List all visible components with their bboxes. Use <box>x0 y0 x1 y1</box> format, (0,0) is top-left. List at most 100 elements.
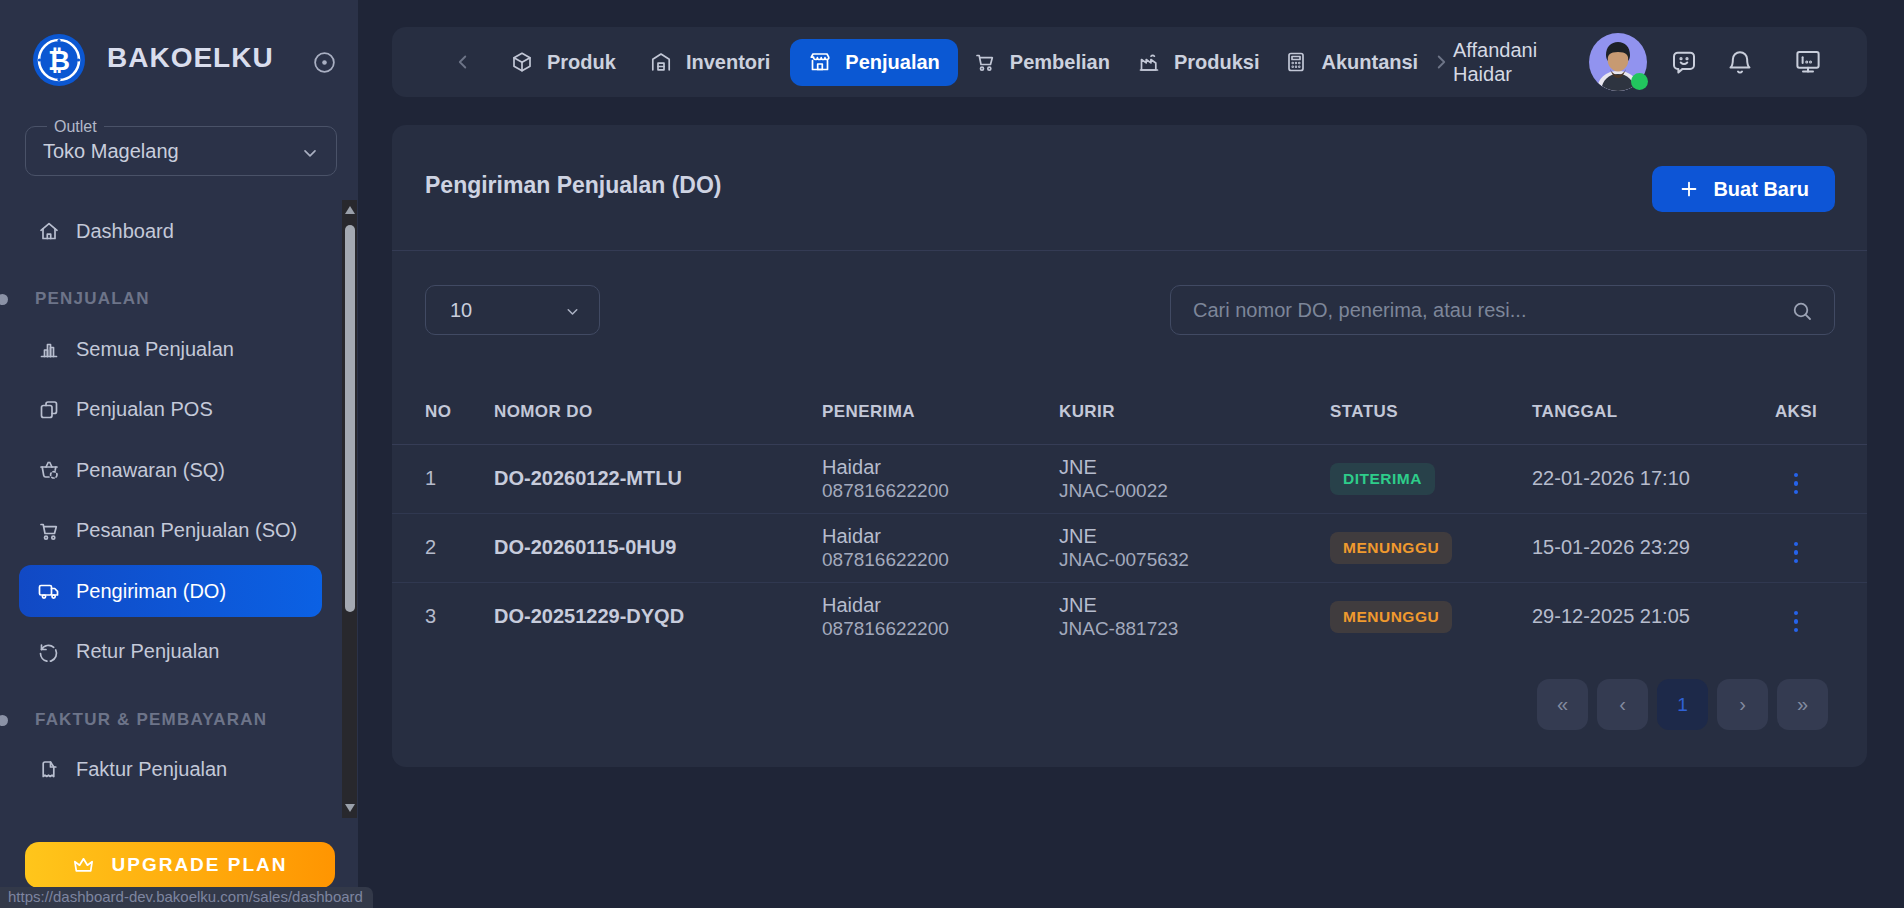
pos-icon <box>37 398 61 422</box>
file-icon <box>37 758 61 782</box>
sidebar-item-label: Retur Penjualan <box>76 640 219 663</box>
chevron-down-icon <box>564 303 581 320</box>
pagination-next-button[interactable]: › <box>1717 679 1768 730</box>
sidebar: ₿ BAKOELKU Outlet Toko Magelang Dashboar… <box>0 0 358 908</box>
tab-label: Pembelian <box>1010 51 1110 74</box>
pagination-last-button[interactable]: » <box>1777 679 1828 730</box>
table-row: 1 DO-20260122-MTLU Haidar087816622200 JN… <box>392 444 1867 513</box>
package-icon <box>510 50 534 74</box>
pagination: « ‹ 1 › » <box>1537 679 1828 730</box>
section-label: PENJUALAN <box>35 289 150 309</box>
sidebar-menu: Dashboard PENJUALAN Semua Penjualan Penj… <box>19 205 322 804</box>
table-header-row: NO NOMOR DO PENERIMA KURIR STATUS TANGGA… <box>392 380 1867 444</box>
upgrade-plan-button[interactable]: UPGRADE PLAN <box>25 842 335 888</box>
status-cell: DITERIMA <box>1330 444 1532 513</box>
plus-icon <box>1678 178 1700 200</box>
table-row: 3 DO-20251229-DYQD Haidar087816622200 JN… <box>392 582 1867 651</box>
tab-akuntansi[interactable]: Akuntansi <box>1284 50 1418 74</box>
status-badge: MENUNGGU <box>1330 601 1452 633</box>
sidebar-header: ₿ BAKOELKU <box>0 26 358 96</box>
warehouse-icon <box>649 50 673 74</box>
sidebar-item-retur-penjualan[interactable]: Retur Penjualan <box>19 626 322 678</box>
nav-scroll-left-icon[interactable] <box>452 51 474 73</box>
sidebar-item-semua-penjualan[interactable]: Semua Penjualan <box>19 323 322 375</box>
scroll-down-arrow[interactable] <box>345 804 355 812</box>
pagination-first-button[interactable]: « <box>1537 679 1588 730</box>
basket-clock-icon <box>37 458 61 482</box>
sidebar-collapse-icon[interactable] <box>312 50 337 75</box>
tab-produksi[interactable]: Produksi <box>1137 50 1260 74</box>
penerima-cell: Haidar087816622200 <box>822 513 1059 582</box>
online-status-dot <box>1631 73 1648 90</box>
status-cell: MENUNGGU <box>1330 513 1532 582</box>
status-cell: MENUNGGU <box>1330 582 1532 651</box>
page-title: Pengiriman Penjualan (DO) <box>425 172 722 199</box>
nav-scroll-right-icon[interactable] <box>1430 51 1452 73</box>
top-navbar: Produk Inventori Penjualan Pembelian Pro… <box>392 27 1867 97</box>
sidebar-scrollbar[interactable] <box>342 200 357 818</box>
outlet-select[interactable]: Outlet Toko Magelang <box>25 126 337 176</box>
search-input[interactable] <box>1171 286 1834 334</box>
sidebar-item-pengiriman-do[interactable]: Pengiriman (DO) <box>19 565 322 617</box>
create-new-button[interactable]: Buat Baru <box>1652 166 1835 212</box>
tab-penjualan[interactable]: Penjualan <box>790 39 957 86</box>
do-number: DO-20260122-MTLU <box>494 444 822 513</box>
chat-icon[interactable] <box>1669 47 1699 77</box>
brand-logo: ₿ <box>32 33 86 87</box>
tab-pembelian[interactable]: Pembelian <box>973 50 1110 74</box>
section-bullet-icon <box>0 294 8 305</box>
pagination-page-1-button[interactable]: 1 <box>1657 679 1708 730</box>
scrollbar-thumb[interactable] <box>345 225 355 612</box>
tab-label: Produk <box>547 51 616 74</box>
svg-text:₿: ₿ <box>48 45 70 76</box>
cart-icon <box>37 519 61 543</box>
sidebar-item-faktur-penjualan[interactable]: Faktur Penjualan <box>19 744 322 796</box>
outlet-label: Outlet <box>47 118 104 136</box>
col-header-status: STATUS <box>1330 380 1532 444</box>
row-actions-menu-icon[interactable] <box>1794 542 1799 564</box>
sidebar-item-label: Semua Penjualan <box>76 338 234 361</box>
tab-inventori[interactable]: Inventori <box>649 50 770 74</box>
calculator-icon <box>1284 50 1308 74</box>
sidebar-item-label: Pengiriman (DO) <box>76 580 226 603</box>
row-actions-menu-icon[interactable] <box>1794 473 1799 495</box>
col-header-aksi: AKSI <box>1770 380 1867 444</box>
page-size-select[interactable]: 10 <box>425 285 600 335</box>
avatar[interactable] <box>1589 33 1647 91</box>
scroll-up-arrow[interactable] <box>345 206 355 214</box>
user-name[interactable]: Affandani Haidar <box>1453 38 1549 86</box>
bell-icon[interactable] <box>1725 47 1755 77</box>
sidebar-item-label: Pesanan Penjualan (SO) <box>76 519 297 542</box>
sidebar-item-dashboard[interactable]: Dashboard <box>19 205 322 257</box>
penerima-cell: Haidar087816622200 <box>822 444 1059 513</box>
section-label: FAKTUR & PEMBAYARAN <box>35 710 267 730</box>
sidebar-item-penawaran-sq[interactable]: Penawaran (SQ) <box>19 444 322 496</box>
sidebar-item-label: Dashboard <box>76 220 174 243</box>
outlet-value: Toko Magelang <box>43 140 179 163</box>
page-size-value: 10 <box>450 299 472 322</box>
pagination-prev-button[interactable]: ‹ <box>1597 679 1648 730</box>
tab-label: Inventori <box>686 51 770 74</box>
col-header-tanggal: TANGGAL <box>1532 380 1770 444</box>
monitor-icon[interactable] <box>1793 47 1823 77</box>
tanggal-cell: 15-01-2026 23:29 <box>1532 513 1770 582</box>
tanggal-cell: 29-12-2025 21:05 <box>1532 582 1770 651</box>
sidebar-item-label: Penawaran (SQ) <box>76 459 225 482</box>
do-number: DO-20260115-0HU9 <box>494 513 822 582</box>
status-badge: DITERIMA <box>1330 463 1435 495</box>
store-icon <box>808 50 832 74</box>
aksi-cell <box>1770 444 1867 513</box>
sidebar-item-penjualan-pos[interactable]: Penjualan POS <box>19 384 322 436</box>
table-row: 2 DO-20260115-0HU9 Haidar087816622200 JN… <box>392 513 1867 582</box>
tab-produk[interactable]: Produk <box>510 50 616 74</box>
row-actions-menu-icon[interactable] <box>1794 611 1799 633</box>
sidebar-item-pesanan-so[interactable]: Pesanan Penjualan (SO) <box>19 505 322 557</box>
crown-icon <box>72 854 95 877</box>
sidebar-section-faktur: FAKTUR & PEMBAYARAN <box>19 710 322 730</box>
do-number: DO-20251229-DYQD <box>494 582 822 651</box>
col-header-nomor-do: NOMOR DO <box>494 380 822 444</box>
factory-icon <box>1137 50 1161 74</box>
truck-icon <box>37 579 61 603</box>
status-badge: MENUNGGU <box>1330 532 1452 564</box>
tab-label: Penjualan <box>845 51 939 74</box>
